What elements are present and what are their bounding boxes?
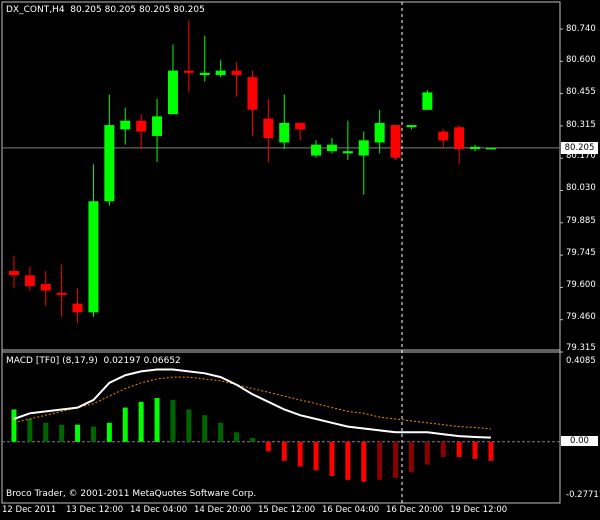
macd-histogram-bar (472, 441, 478, 459)
bull-candle (422, 92, 433, 110)
copyright-label: Broco Trader, © 2001-2011 MetaQuotes Sof… (6, 489, 257, 499)
macd-histogram-bar (488, 441, 494, 461)
price-axis-label: 80.315 (566, 120, 596, 130)
macd-histogram-bar (234, 432, 240, 442)
macd-histogram-bar (43, 422, 49, 442)
macd-histogram-bar (377, 441, 383, 480)
macd-histogram-bar (424, 441, 430, 465)
bull-candle (199, 72, 210, 75)
bull-candle (406, 125, 417, 128)
macd-info-label: MACD [TF0] (8,17,9) 0.02197 0.06652 (6, 356, 181, 366)
bull-candle (358, 140, 369, 156)
macd-histogram-bar (154, 398, 160, 442)
current-price-marker: 80.205 (561, 142, 598, 154)
macd-histogram-bar (313, 441, 319, 471)
macd-histogram-bar (186, 409, 192, 442)
macd-histogram-bar (265, 441, 271, 452)
time-axis-label: 16 Dec 20:00 (386, 505, 444, 515)
bear-candle (295, 122, 306, 130)
bull-candle (279, 122, 290, 143)
macd-histogram-bar (59, 424, 65, 442)
time-axis-label: 14 Dec 20:00 (194, 505, 252, 515)
macd-histogram-bar (361, 441, 367, 482)
bear-candle (390, 125, 401, 158)
bull-candle (374, 122, 385, 143)
bear-candle (72, 303, 83, 313)
macd-histogram-bar (202, 415, 208, 442)
bear-candle (40, 284, 51, 291)
bull-candle (326, 144, 337, 152)
bear-candle (231, 70, 242, 75)
macd-main-line (13, 368, 491, 439)
price-axis-label: 80.740 (566, 24, 596, 34)
macd-histogram-bar (281, 441, 287, 461)
bull-candle (152, 116, 163, 136)
bear-candle (183, 70, 194, 73)
bear-candle (263, 118, 274, 139)
bull-candle (485, 147, 496, 150)
bull-candle (88, 201, 99, 313)
bear-candle (247, 77, 258, 110)
bull-candle (311, 144, 322, 156)
price-chart[interactable] (0, 0, 600, 520)
macd-histogram-bar (218, 422, 224, 442)
macd-histogram-bar (329, 441, 335, 477)
bull-candle (104, 125, 115, 202)
bull-candle (342, 151, 353, 154)
bear-candle (56, 292, 67, 295)
bull-candle (470, 146, 481, 150)
price-axis-label: 79.600 (566, 280, 596, 290)
macd-histogram-bar (90, 426, 96, 442)
time-axis-label: 14 Dec 04:00 (130, 505, 188, 515)
time-axis-label: 19 Dec 12:00 (450, 505, 508, 515)
price-axis-label: 79.885 (566, 216, 596, 226)
price-axis-label: 80.030 (566, 183, 596, 193)
bull-candle (215, 70, 226, 75)
macd-histogram-bar (122, 407, 128, 442)
price-axis-label: 79.745 (566, 248, 596, 258)
bear-candle (24, 275, 35, 287)
bear-candle (438, 131, 449, 141)
time-axis-label: 15 Dec 12:00 (258, 505, 316, 515)
chart-frame (1, 1, 561, 504)
macd-histogram-bar (106, 422, 112, 442)
price-axis-label: 80.600 (566, 55, 596, 65)
macd-histogram-bar (27, 418, 33, 442)
time-axis-label: 12 Dec 2011 (2, 505, 57, 515)
macd-histogram-bar (345, 441, 351, 480)
time-axis-label: 13 Dec 12:00 (66, 505, 124, 515)
bear-candle (136, 120, 147, 132)
bull-candle (167, 70, 178, 115)
price-axis-label: 79.460 (566, 312, 596, 322)
bear-candle (8, 270, 19, 276)
macd-histogram-bar (75, 424, 81, 442)
macd-histogram-bar (11, 409, 17, 442)
macd-histogram-bar (440, 441, 446, 458)
macd-zero-marker: 0.00 (561, 436, 598, 446)
macd-histogram-bar (393, 441, 399, 478)
price-axis-label: 80.455 (566, 87, 596, 97)
macd-histogram-bar (249, 437, 255, 442)
price-axis-label: 79.315 (566, 343, 596, 353)
macd-histogram-bar (456, 441, 462, 458)
bear-candle (454, 127, 465, 150)
chart-window[interactable]: DX_CONT,H4 80.205 80.205 80.205 80.205 8… (0, 0, 600, 520)
macd-histogram-bar (138, 401, 144, 442)
macd-histogram-bar (170, 399, 176, 442)
symbol-info-label: DX_CONT,H4 80.205 80.205 80.205 80.205 (6, 5, 205, 15)
macd-axis-label: -0.27711 (566, 490, 600, 500)
macd-axis-label: 0.4085 (566, 356, 596, 366)
macd-histogram-bar (297, 441, 303, 467)
bull-candle (120, 120, 131, 130)
time-axis-label: 16 Dec 04:00 (322, 505, 380, 515)
macd-histogram-bar (408, 441, 414, 473)
